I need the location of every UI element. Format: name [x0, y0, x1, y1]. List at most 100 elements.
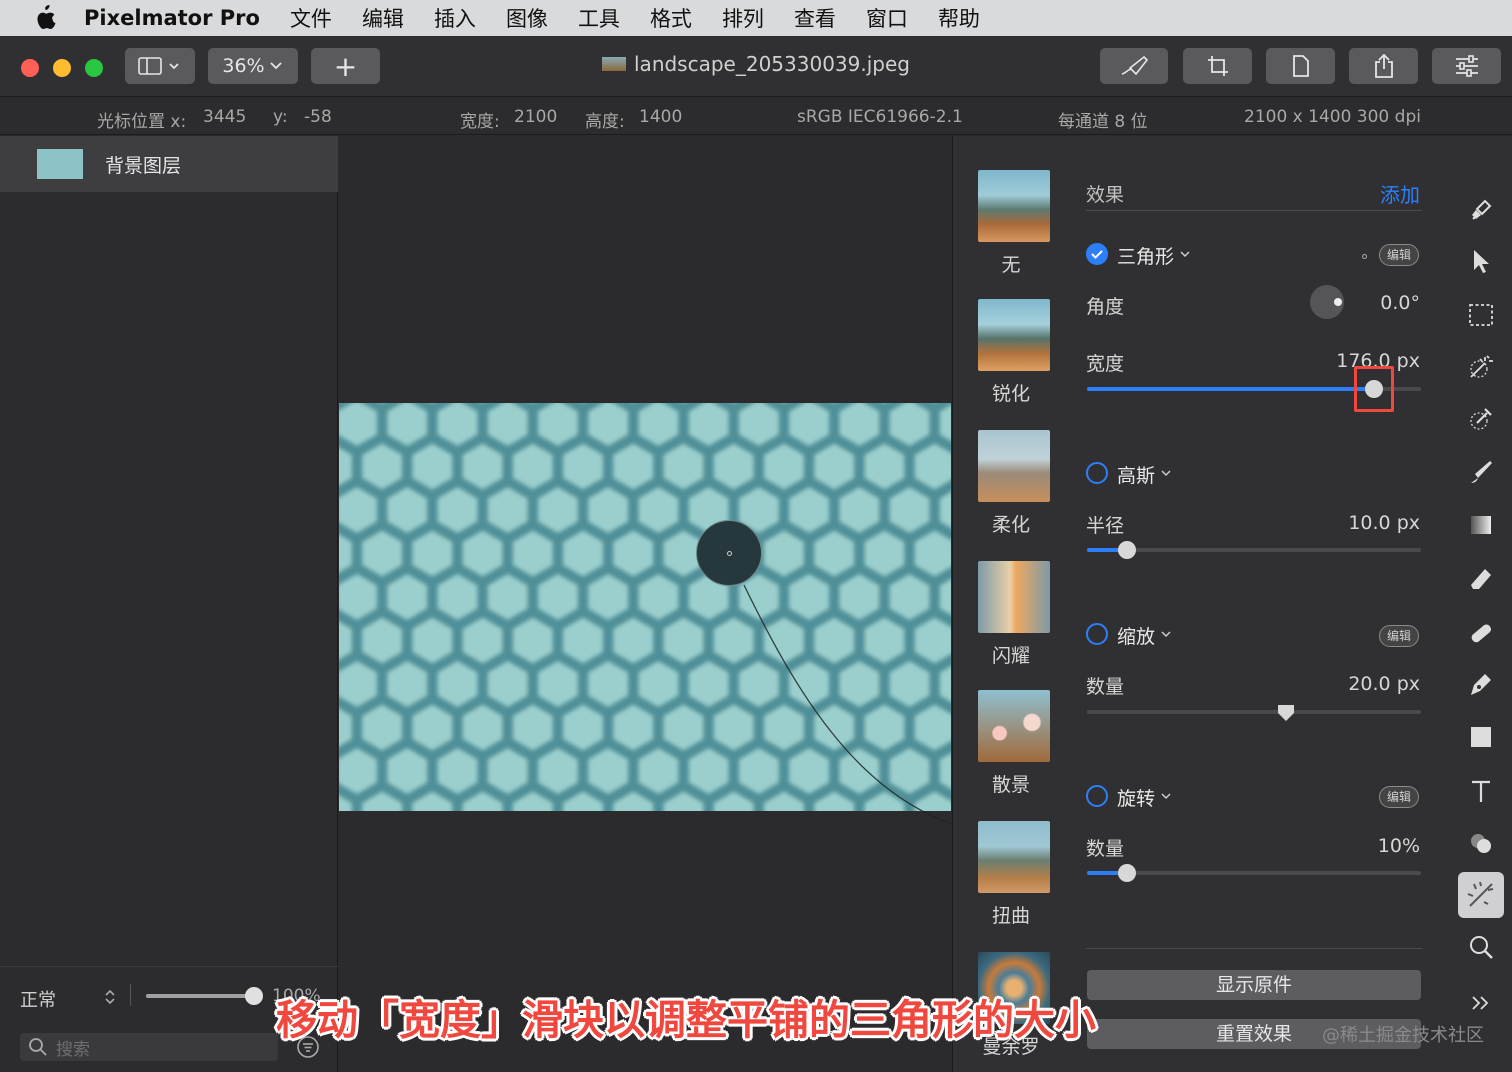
add-button[interactable]: +	[311, 48, 380, 84]
menu-insert[interactable]: 插入	[434, 3, 476, 33]
rotate-effect-checkbox[interactable]	[1086, 785, 1108, 807]
zoom-amount-slider[interactable]	[1087, 705, 1421, 721]
zoom-edit-button[interactable]: 编辑	[1379, 625, 1420, 647]
rotate-amount-slider-knob[interactable]	[1118, 864, 1136, 882]
zoom-window-button[interactable]	[85, 59, 103, 77]
more-tools-icon[interactable]	[1464, 986, 1498, 1020]
effect-preset-sharpen-label[interactable]: 锐化	[952, 379, 1070, 406]
effect-preset-sharpen-thumbnail[interactable]	[978, 299, 1050, 371]
chevron-down-icon[interactable]	[1179, 248, 1191, 260]
layer-search-field[interactable]: 搜索	[20, 1033, 278, 1061]
eraser-icon[interactable]	[1464, 562, 1498, 596]
triangle-tile-effect-image	[339, 403, 951, 811]
effect-preset-bokeh-label[interactable]: 散景	[952, 770, 1070, 797]
menu-image[interactable]: 图像	[506, 3, 548, 33]
menu-arrange[interactable]: 排列	[722, 3, 764, 33]
crop-button[interactable]	[1183, 48, 1252, 84]
paint-tools-button[interactable]	[1100, 48, 1168, 84]
rotate-edit-button[interactable]: 编辑	[1379, 786, 1420, 808]
chevron-down-icon[interactable]	[1160, 467, 1172, 479]
selection-tool-icon[interactable]	[1464, 298, 1498, 332]
layer-row[interactable]: 背景图层	[0, 136, 338, 192]
menu-app[interactable]: Pixelmator Pro	[84, 6, 260, 30]
blend-mode-select[interactable]: 正常	[20, 986, 56, 1012]
width-slider-fill	[1087, 387, 1374, 391]
radius-slider[interactable]	[1087, 541, 1421, 559]
up-down-chevron-icon[interactable]	[103, 987, 117, 1007]
layer-thumbnail	[37, 149, 83, 179]
radius-slider-knob[interactable]	[1118, 541, 1136, 559]
search-placeholder: 搜索	[56, 1039, 90, 1060]
zoom-effect-name[interactable]: 缩放	[1117, 622, 1155, 649]
effects-icon	[1467, 881, 1494, 907]
menu-bar: Pixelmator Pro 文件 编辑 插入 图像 工具 格式 排列 查看 窗…	[0, 0, 1512, 36]
effects-title: 效果	[1086, 184, 1125, 206]
bit-depth: 每通道 8 位	[1058, 112, 1148, 132]
angle-dial[interactable]	[1310, 285, 1344, 319]
effect-preset-distort-thumbnail[interactable]	[978, 821, 1050, 893]
opacity-slider-knob[interactable]	[245, 987, 263, 1005]
gaussian-effect-checkbox[interactable]	[1086, 462, 1108, 484]
type-tool-icon[interactable]	[1464, 774, 1498, 808]
adjustments-button[interactable]	[1432, 48, 1501, 84]
menu-tools[interactable]: 工具	[578, 3, 620, 33]
close-window-button[interactable]	[21, 59, 39, 77]
apple-icon[interactable]	[32, 5, 58, 31]
menu-view[interactable]: 查看	[794, 3, 836, 33]
opacity-slider[interactable]	[146, 987, 263, 1005]
cursor-x-label: 光标位置 x:	[97, 112, 187, 132]
canvas-image[interactable]	[339, 403, 951, 811]
chevron-down-icon[interactable]	[1160, 628, 1172, 640]
menu-help[interactable]: 帮助	[938, 3, 980, 33]
paint-brush-icon[interactable]	[1464, 456, 1498, 490]
effect-preset-soften-label[interactable]: 柔化	[952, 510, 1070, 537]
triangle-edit-button[interactable]: 编辑	[1379, 244, 1420, 266]
height-value: 1400	[639, 107, 683, 127]
document-button[interactable]	[1266, 48, 1335, 84]
size-dpi: 2100 x 1400 300 dpi	[1244, 107, 1421, 127]
position-indicator-dot	[1362, 254, 1367, 259]
share-button[interactable]	[1349, 48, 1418, 84]
effect-preset-distort-label[interactable]: 扭曲	[952, 901, 1070, 928]
arrange-tool-icon[interactable]	[1464, 244, 1498, 278]
color-adjust-icon[interactable]	[1464, 826, 1498, 860]
effect-preset-none-label[interactable]: 无	[952, 250, 1070, 277]
minimize-window-button[interactable]	[53, 59, 71, 77]
zoom-tool-icon[interactable]	[1464, 930, 1498, 964]
effect-preset-glow-label[interactable]: 闪耀	[952, 641, 1070, 668]
menu-edit[interactable]: 编辑	[362, 3, 404, 33]
zoom-effect-checkbox[interactable]	[1086, 623, 1108, 645]
triangle-effect-name[interactable]: 三角形	[1117, 242, 1174, 269]
effect-preset-glow-thumbnail[interactable]	[978, 561, 1050, 633]
gradient-tool-icon[interactable]	[1464, 508, 1498, 542]
rotate-effect-name[interactable]: 旋转	[1117, 784, 1155, 811]
effect-preset-none-thumbnail[interactable]	[978, 170, 1050, 242]
menu-window[interactable]: 窗口	[866, 3, 908, 33]
shape-tool-icon[interactable]	[1464, 720, 1498, 754]
zoom-amount-slider-knob[interactable]	[1277, 704, 1295, 726]
rotate-amount-slider[interactable]	[1087, 864, 1421, 882]
gaussian-effect-name[interactable]: 高斯	[1117, 461, 1155, 488]
menu-format[interactable]: 格式	[650, 3, 692, 33]
effect-preset-soften-thumbnail[interactable]	[978, 430, 1050, 502]
effect-preset-bokeh-thumbnail[interactable]	[978, 690, 1050, 762]
effect-center-handle[interactable]	[696, 520, 762, 586]
style-tool-icon[interactable]	[1464, 192, 1498, 226]
add-label: +	[333, 49, 358, 83]
magic-wand-icon[interactable]	[1464, 350, 1498, 384]
canvas-area[interactable]	[339, 136, 951, 1072]
zoom-dropdown[interactable]: 36%	[208, 48, 298, 84]
effects-tool-active[interactable]	[1458, 872, 1504, 918]
repair-tool-icon[interactable]	[1464, 616, 1498, 650]
add-effect-link[interactable]: 添加	[1380, 179, 1420, 208]
menu-file[interactable]: 文件	[290, 3, 332, 33]
footer-divider	[130, 984, 131, 1006]
chevron-down-icon[interactable]	[1160, 790, 1172, 802]
triangle-effect-checkbox[interactable]	[1086, 243, 1108, 265]
checkmark-icon	[1091, 250, 1103, 259]
pen-tool-icon[interactable]	[1464, 668, 1498, 702]
layer-name: 背景图层	[105, 154, 182, 177]
show-original-button[interactable]: 显示原件	[1087, 970, 1421, 1000]
sidebar-toggle-button[interactable]	[125, 48, 195, 84]
color-picker-icon[interactable]	[1464, 402, 1498, 436]
